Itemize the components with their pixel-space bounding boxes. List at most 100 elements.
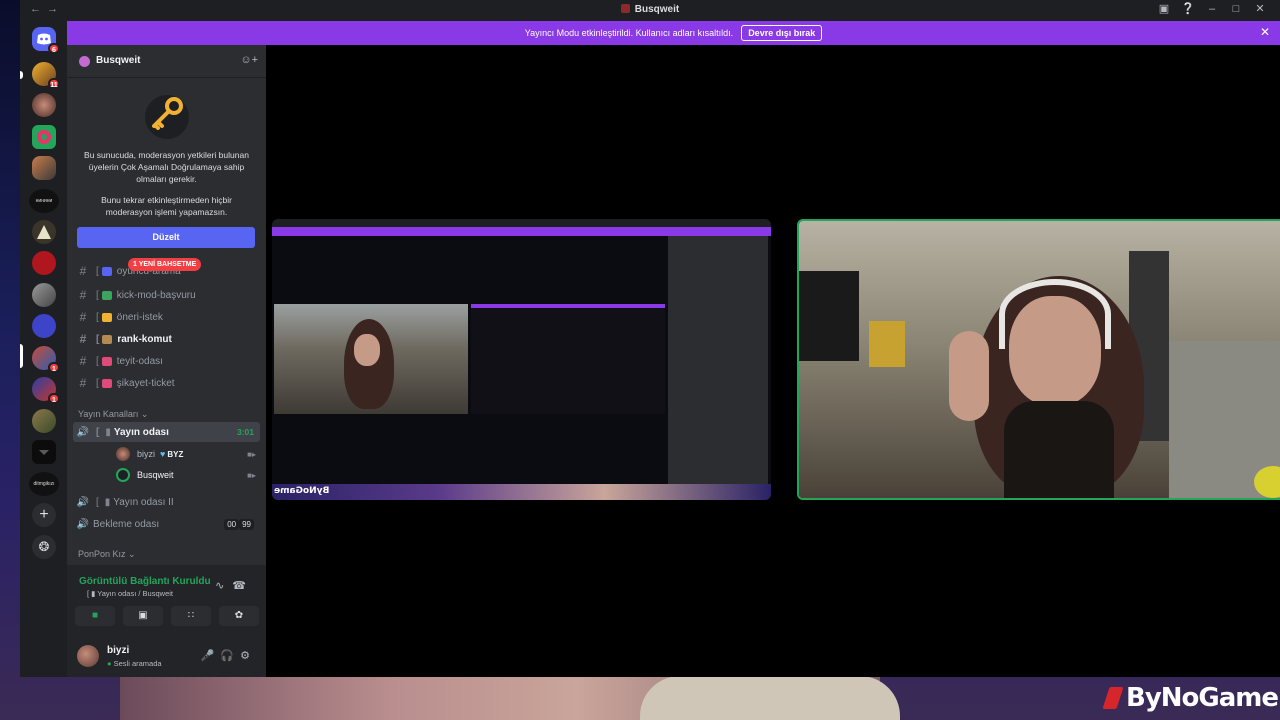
screen-share-tile[interactable]: ByNoGame	[272, 219, 771, 500]
avatar	[116, 468, 130, 482]
soundboard-button[interactable]: ✿	[219, 606, 259, 626]
shirt-shape	[1004, 401, 1114, 498]
window-title-text: Busqweit	[634, 4, 680, 15]
guild-icon[interactable]	[32, 409, 56, 433]
voice-channel-yayin-odasi[interactable]: 🔊[▮ Yayın odası 3:01	[73, 422, 260, 442]
camera-tile[interactable]	[797, 219, 1280, 500]
activities-button[interactable]: ∷	[171, 606, 211, 626]
guild-icon[interactable]: 11	[32, 62, 60, 89]
voice-action-icons: ∿☎	[215, 579, 254, 592]
channel-sidebar: Busqweit ☺+ Bu sunucuda, moderasyon yetk…	[67, 45, 266, 677]
home-icon[interactable]: 6	[32, 27, 60, 54]
inbox-icon[interactable]: ▣	[1152, 2, 1176, 15]
guild-icon[interactable]: 1	[32, 377, 60, 404]
channel-label: rank-komut	[117, 333, 172, 345]
voice-status-subtitle[interactable]: [ ▮ Yayın odası / Busqweit	[87, 589, 173, 598]
maximize-icon[interactable]: □	[1224, 3, 1248, 15]
user-controls: 🎤🎧⚙	[201, 649, 256, 662]
guild-icon[interactable]	[32, 440, 56, 464]
guild-icon[interactable]	[32, 125, 56, 149]
bynogame-logo: ByNoGame	[1102, 683, 1279, 713]
voice-member[interactable]: biyzi ♥ BYZ ■▸	[116, 445, 266, 463]
voice-channel-bekleme-odasi[interactable]: 🔊 Bekleme odası 00 99	[73, 514, 260, 534]
guild-icon[interactable]	[32, 314, 56, 338]
guild-icon[interactable]	[32, 251, 56, 275]
voice-status-title[interactable]: Görüntülü Bağlantı Kuruldu	[79, 576, 211, 587]
invite-icon[interactable]: ☺+	[240, 54, 258, 66]
channel-label: kick-mod-başvuru	[116, 289, 196, 301]
title-bar: ←→ Busqweit ▣ ❔ – □ ✕	[20, 0, 1280, 21]
window-title: Busqweit	[20, 4, 1280, 15]
guild-label[interactable]: нинини	[29, 189, 59, 213]
close-icon[interactable]: ✕	[1248, 2, 1272, 15]
microphone-icon[interactable]: 🎤	[201, 650, 221, 662]
user-status: ● Sesli aramada	[107, 659, 162, 668]
voice-channel-yayin-odasi-ii[interactable]: 🔊[▮ Yayın odası II	[73, 492, 260, 512]
member-name: Busqweit	[137, 470, 174, 480]
speaker-icon: 🔊	[76, 496, 90, 508]
call-timer: 3:01	[236, 427, 254, 437]
streamer-mode-banner: Yayıncı Modu etkinleştirildi. Kullanıcı …	[67, 21, 1280, 45]
add-server-icon[interactable]: +	[32, 503, 56, 527]
headset-shape	[999, 279, 1111, 349]
channel-sikayet-ticket[interactable]: #[şikayet-ticket	[73, 373, 260, 393]
channel-emoji-icon	[101, 356, 112, 366]
channel-oneri-istek[interactable]: #[öneri-istek	[73, 307, 260, 327]
guild-icon[interactable]	[32, 283, 56, 307]
guild-icon[interactable]	[32, 156, 56, 180]
voice-button-row: ■ ▣ ∷ ✿	[75, 606, 259, 626]
camera-button[interactable]: ■	[75, 606, 115, 626]
mfa-warning: Bu sunucuda, moderasyon yetkileri buluna…	[77, 89, 256, 248]
guild-icon[interactable]: 1	[32, 346, 60, 373]
hash-icon: #	[79, 332, 87, 346]
channel-emoji-icon	[101, 266, 112, 276]
settings-gear-icon[interactable]: ⚙	[240, 650, 256, 662]
channel-rank-komut[interactable]: #[rank-komut	[73, 329, 260, 349]
category-ponpon-kiz[interactable]: PonPon Kız ⌄	[78, 549, 136, 560]
home-badge: 6	[48, 43, 60, 54]
server-icon	[620, 4, 630, 13]
camera-icon: ■▸	[247, 449, 256, 459]
channel-label: şikayet-ticket	[116, 377, 175, 389]
help-icon[interactable]: ❔	[1176, 2, 1200, 15]
headphones-icon[interactable]: 🎧	[220, 650, 240, 662]
channel-label: Bekleme odası	[93, 518, 160, 530]
noise-suppression-icon[interactable]: ∿	[215, 580, 232, 592]
channel-kick-mod-basvuru[interactable]: #[kick-mod-başvuru	[73, 285, 260, 305]
mini-sidebar	[668, 236, 768, 486]
mini-titlebar	[272, 219, 771, 227]
voice-connection-panel: Görüntülü Bağlantı Kuruldu [ ▮ Yayın oda…	[67, 565, 266, 677]
disconnect-icon[interactable]: ☎	[232, 580, 254, 592]
channel-label: Yayın odası	[113, 426, 169, 438]
guild-icon[interactable]	[32, 93, 56, 117]
mfa-text: Bu sunucuda, moderasyon yetkileri buluna…	[84, 150, 249, 184]
category-yayin-kanallari[interactable]: Yayın Kanalları ⌄	[78, 409, 148, 420]
mini-banner	[272, 227, 771, 236]
logo-text: ByNoGame	[1126, 683, 1279, 713]
mini-screen	[471, 304, 665, 414]
fix-button[interactable]: Düzelt	[77, 227, 255, 248]
server-header[interactable]: Busqweit ☺+	[67, 45, 266, 78]
banner-close-icon[interactable]: ✕	[1260, 25, 1270, 39]
new-mention-badge[interactable]: 1 YENİ BAHSETME	[128, 258, 202, 271]
guild-icon[interactable]	[32, 220, 56, 244]
user-avatar[interactable]	[77, 645, 99, 667]
user-name[interactable]: biyzi	[107, 645, 129, 656]
hash-icon: #	[79, 310, 87, 324]
channel-oyuncu-arama[interactable]: #[oyuncu-arama 1 YENİ BAHSETME	[73, 258, 260, 281]
disable-streamer-mode-button[interactable]: Devre dışı bırak	[741, 25, 823, 41]
guild-label[interactable]: ditmgikızı	[29, 472, 59, 496]
user-limit-badge: 00 99	[224, 518, 254, 530]
window-controls: ▣ ❔ – □ ✕	[1152, 2, 1272, 15]
poster-shape	[869, 321, 905, 367]
channel-teyit-odasi[interactable]: #[teyit-odası	[73, 351, 260, 371]
hand-shape	[949, 331, 989, 421]
guild-badge: 11	[48, 78, 60, 89]
mirrored-watermark: ByNoGame	[274, 486, 330, 496]
channel-label: Yayın odası II	[113, 496, 174, 508]
voice-member[interactable]: Busqweit ■▸	[116, 466, 266, 484]
explore-icon[interactable]: ❂	[32, 535, 56, 559]
screen-share-button[interactable]: ▣	[123, 606, 163, 626]
server-avatar	[79, 56, 90, 67]
minimize-icon[interactable]: –	[1200, 3, 1224, 15]
